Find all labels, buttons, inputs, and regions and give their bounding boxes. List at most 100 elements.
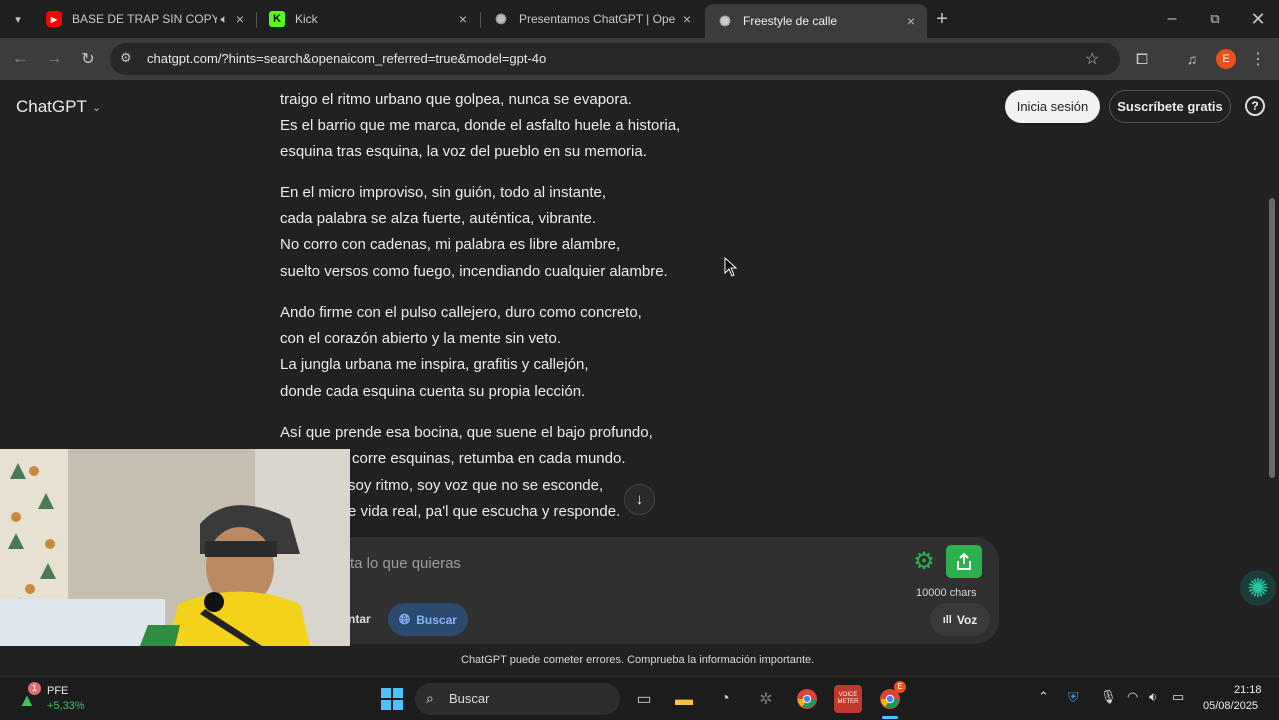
youtube-icon: ▶ [46,11,62,27]
profile-avatar[interactable]: E [1216,49,1236,69]
windows-logo-icon [381,688,403,710]
poem-line: cada palabra se alza fuerte, auténtica, … [280,210,597,227]
close-icon[interactable]: × [683,11,691,27]
forward-button[interactable]: → [42,47,66,71]
search-icon: ⌕ [426,690,434,706]
address-bar[interactable]: ⚙︎ chatgpt.com/?hints=search&openaicom_r… [110,43,1120,75]
site-settings-icon[interactable]: ⚙︎ [120,50,132,66]
reload-button[interactable]: ↻ [76,47,100,71]
browser-toolbar: ← → ↻ ⚙︎ chatgpt.com/?hints=search&opena… [0,38,1279,80]
mouse-cursor-icon [724,257,738,277]
webcam-overlay [0,449,350,646]
taskbar-search-label: Buscar [449,691,490,706]
poem-line: suelto versos como fuego, incendiando cu… [280,263,668,280]
tab-strip: ▾ ▶ BASE DE TRAP SIN COPYRIG 🔈︎ × K Kick… [0,0,1279,38]
voicemeeter-icon[interactable]: VOICE METER [834,685,862,713]
kick-icon: K [269,11,285,27]
openai-icon: ✺ [495,10,507,27]
restore-button[interactable]: ⧉ [1203,7,1227,31]
tab-title: BASE DE TRAP SIN COPYRIG [72,12,217,26]
signup-button[interactable]: Suscríbete gratis [1109,90,1231,123]
active-app-indicator [882,716,898,719]
bookmark-star-icon[interactable]: ☆ [1085,49,1099,69]
media-control-icon[interactable]: ♫ [1180,47,1204,71]
tab-search-button[interactable]: ▾ [6,7,30,31]
app-icon-red-dot[interactable]: ◔ [711,685,739,713]
poem-line: No corro con cadenas, mi palabra es libr… [280,236,621,253]
search-toggle-button[interactable]: 🌐︎ Buscar [388,603,468,636]
chrome-icon[interactable] [793,685,821,713]
webcam-feed-image [0,449,350,646]
poem-line: La jungla urbana me inspira, grafitis y … [280,356,589,373]
openai-logo-icon[interactable]: ✺ [1240,570,1276,606]
voicemeeter-label: VOICE METER [837,692,859,705]
speaker-icon[interactable]: 🔈︎ [221,12,228,27]
new-tab-button[interactable]: + [930,7,954,31]
windows-taskbar: ▲ 1 PFE +5,33% ⌕ Buscar ▭ ▬ ◔ ✲ VOICE ME… [0,676,1279,720]
file-explorer-icon[interactable]: ▬ [670,685,698,713]
clock-time[interactable]: 21:18 [1234,684,1262,696]
poem-line: En el micro improviso, sin guión, todo a… [280,184,606,201]
stock-change: +5,33% [47,700,85,712]
microphone-icon[interactable]: 🎙︎ [1100,689,1117,705]
voice-button[interactable]: ıll Voz [930,603,990,636]
tab-youtube[interactable]: ▶ BASE DE TRAP SIN COPYRIG 🔈︎ × [34,0,256,38]
poem-line: e vida real, pa'l que escucha y responde… [348,503,621,520]
tab-title: Freestyle de calle [743,14,838,28]
poem-line: soy ritmo, soy voz que no se esconde, [348,477,604,494]
url-text[interactable]: chatgpt.com/?hints=search&openaicom_refe… [147,51,546,66]
chrome-profile-icon[interactable]: E [876,681,906,713]
help-icon[interactable]: ? [1245,96,1265,116]
poem-line: traigo el ritmo urbano que golpea, nunca… [280,91,632,108]
app-icon-dark[interactable]: ✲ [752,685,780,713]
share-button[interactable] [946,545,982,578]
poem-line: donde cada esquina cuenta su propia lecc… [280,383,586,400]
globe-icon: 🌐︎ [399,611,411,627]
tab-title: Kick [295,12,318,26]
poem-line: esquina tras esquina, la voz del pueblo … [280,143,647,160]
tray-overflow-icon[interactable]: ⌃ [1038,689,1049,705]
settings-gear-icon[interactable]: ⚙ [910,547,938,575]
composer-input[interactable]: ta lo que quieras [350,555,461,572]
wifi-icon[interactable]: ◠ [1127,689,1138,705]
attach-button[interactable]: ntar [348,612,371,626]
login-button[interactable]: Inicia sesión [1005,90,1100,123]
tab-kick[interactable]: K Kick × [257,0,479,38]
back-button[interactable]: ← [8,47,32,71]
chevron-down-icon: ⌄ [91,101,102,114]
chars-counter: 10000 chars [916,587,977,599]
taskbar-search-box[interactable]: ⌕ Buscar [415,683,620,715]
stock-name: PFE [47,685,69,697]
poem-line: con el corazón abierto y la mente sin ve… [280,330,561,347]
poem-line: Ando firme con el pulso callejero, duro … [280,304,642,321]
close-icon[interactable]: × [459,11,467,27]
share-icon [957,552,971,570]
start-button[interactable] [378,685,406,713]
minimize-button[interactable]: – [1160,7,1184,31]
poem-line: Así que prende esa bocina, que suene el … [280,424,653,441]
menu-kebab-icon[interactable]: ⋮ [1246,47,1270,71]
close-icon[interactable]: × [907,13,915,29]
volume-icon[interactable]: 🔉︎ [1149,689,1157,705]
tab-freestyle[interactable]: ✺ Freestyle de calle × [705,4,927,38]
clock-date[interactable]: 05/08/2025 [1203,700,1258,712]
chrome-profile-badge: E [894,681,906,693]
close-window-button[interactable]: ✕ [1246,7,1270,31]
tab-openai[interactable]: ✺ Presentamos ChatGPT | OpenAI × [481,0,703,38]
close-icon[interactable]: × [236,11,244,27]
stock-widget[interactable]: ▲ 1 PFE +5,33% [14,682,104,716]
poem-line: corre esquinas, retumba en cada mundo. [352,450,626,467]
waveform-icon: ıll [942,613,952,626]
task-view-icon[interactable]: ▭ [630,685,658,713]
security-shield-icon[interactable]: ⛨ [1068,689,1079,706]
scrollbar-thumb[interactable] [1269,198,1275,478]
extensions-icon[interactable]: ⧠ [1130,47,1154,71]
disclaimer: ChatGPT puede cometer errores. Comprueba… [461,654,815,666]
scroll-down-button[interactable]: ↓ [624,484,655,515]
battery-icon[interactable]: ▭ [1172,689,1184,705]
model-label: ChatGPT [16,97,87,116]
composer: ta lo que quieras ⚙ 10000 chars ntar 🌐︎ … [326,537,999,644]
model-selector[interactable]: ChatGPT ⌄ [16,97,101,117]
openai-icon: ✺ [719,12,731,29]
stock-badge: 1 [28,682,41,695]
